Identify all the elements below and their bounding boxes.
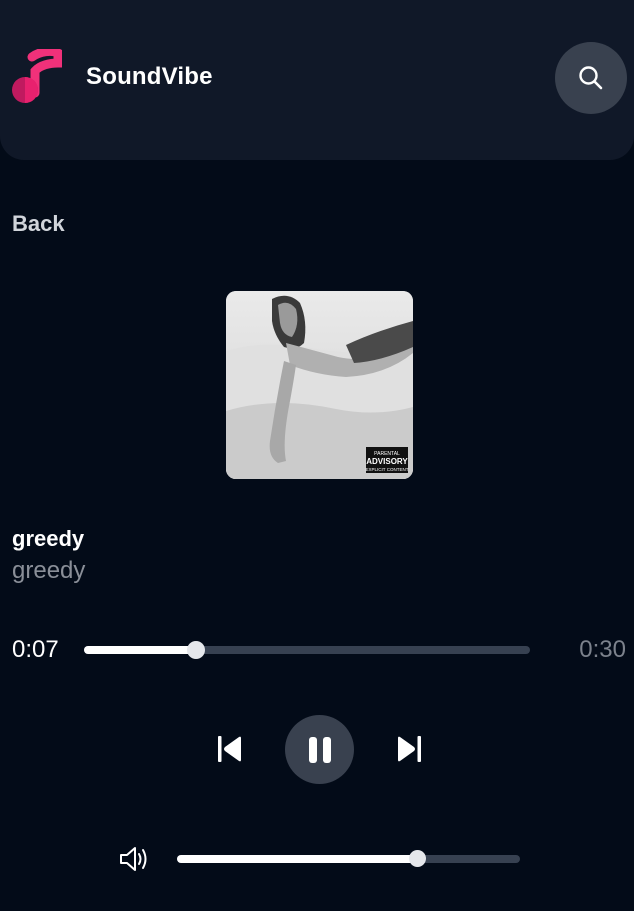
skip-next-icon — [398, 736, 421, 762]
track-artist: greedy — [12, 557, 86, 584]
previous-track-button[interactable] — [210, 728, 250, 770]
track-title: greedy — [12, 526, 85, 551]
advisory-line-2: ADVISORY — [366, 457, 408, 466]
advisory-line-3: EXPLICIT CONTENT — [366, 467, 409, 472]
search-icon — [579, 66, 603, 90]
back-link[interactable]: Back — [12, 211, 65, 237]
volume-handle[interactable] — [409, 850, 427, 867]
pause-button[interactable] — [285, 715, 354, 784]
next-track-button[interactable] — [389, 728, 429, 770]
volume-slider[interactable] — [177, 850, 520, 867]
app-title: SoundVibe — [86, 63, 213, 90]
progress-slider[interactable] — [84, 641, 530, 659]
volume-fill — [177, 855, 418, 863]
current-time: 0:07 — [12, 636, 59, 663]
total-time: 0:30 — [579, 636, 626, 663]
progress-handle[interactable] — [186, 641, 205, 659]
progress-fill — [84, 646, 196, 654]
app-header: SoundVibe — [0, 0, 634, 160]
album-cover-image: PARENTAL ADVISORY EXPLICIT CONTENT — [226, 291, 413, 479]
pause-icon — [308, 736, 331, 763]
volume-icon — [120, 847, 147, 871]
skip-previous-icon — [218, 736, 241, 762]
volume-button[interactable] — [118, 845, 150, 873]
music-note-icon — [12, 49, 62, 103]
search-button[interactable] — [555, 42, 627, 114]
